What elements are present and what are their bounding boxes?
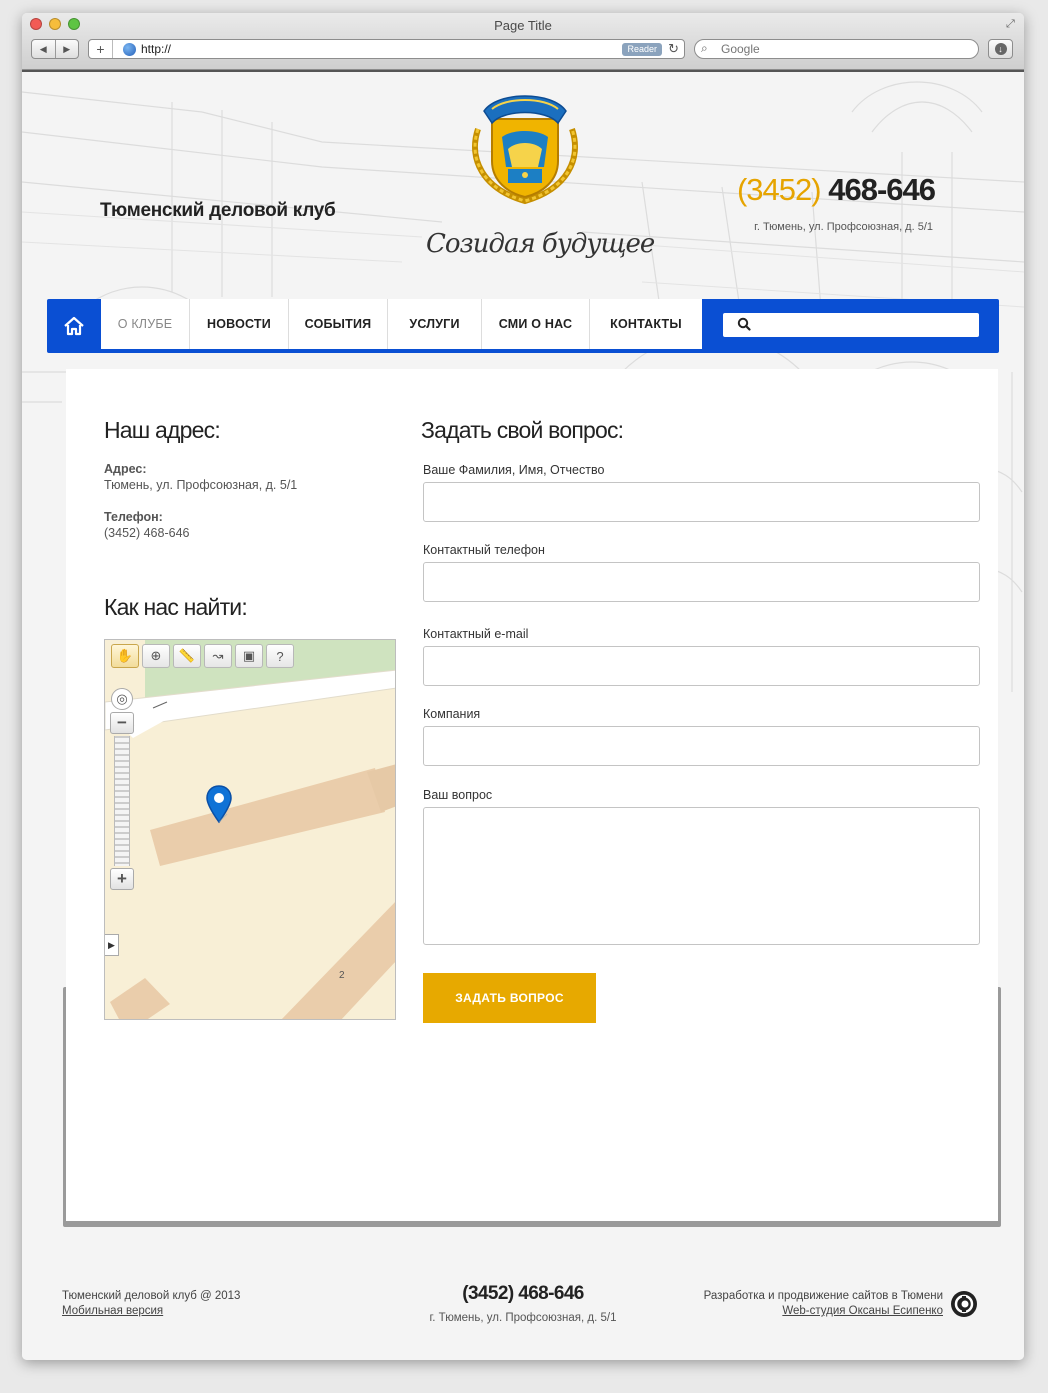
nav-item-about[interactable]: О КЛУБЕ: [101, 299, 190, 349]
location-pin-icon[interactable]: [205, 784, 235, 826]
club-emblem-logo[interactable]: [458, 89, 592, 209]
phone-field[interactable]: [423, 562, 980, 602]
browser-window: Page Title ⤢ ◀ ▶ + http:// Reader ↻ ⌕ ↓: [22, 13, 1024, 1360]
nav-item-events[interactable]: СОБЫТИЯ: [289, 299, 388, 349]
phone-field-label: Контактный телефон: [423, 543, 545, 557]
map-house-number: 2: [339, 970, 345, 981]
map-panel-toggle[interactable]: ▶: [105, 934, 119, 956]
address-bar[interactable]: + http:// Reader ↻: [88, 39, 685, 59]
browser-toolbar: Page Title ⤢ ◀ ▶ + http:// Reader ↻ ⌕ ↓: [22, 13, 1024, 70]
add-bookmark-button[interactable]: +: [89, 40, 113, 58]
header-phone-number: 468-646: [828, 172, 936, 207]
nav-item-contacts[interactable]: КОНТАКТЫ: [590, 299, 702, 349]
zoom-in-button[interactable]: +: [110, 868, 134, 890]
brand-name: Тюменский деловой клуб: [100, 200, 336, 221]
search-icon: [737, 317, 751, 331]
header-phone-code: (3452): [736, 172, 822, 207]
motto-signature: Созидая будущее: [426, 229, 655, 259]
submit-question-button[interactable]: ЗАДАТЬ ВОПРОС: [423, 973, 596, 1023]
help-cursor-icon[interactable]: ?: [266, 644, 294, 668]
question-label: Ваш вопрос: [423, 788, 493, 802]
address-heading: Наш адрес:: [104, 417, 221, 443]
company-field[interactable]: [423, 726, 980, 766]
url-text[interactable]: http://: [141, 42, 171, 56]
download-icon: ↓: [994, 43, 1007, 55]
browser-search-input[interactable]: [721, 41, 961, 57]
ruler-icon[interactable]: 📏: [173, 644, 201, 668]
address-label: Адрес:: [104, 462, 147, 476]
company-label: Компания: [423, 707, 481, 721]
fullscreen-icon[interactable]: ⤢: [1006, 18, 1018, 30]
phone-label: Телефон:: [104, 510, 163, 524]
map-layers-icon[interactable]: ▣: [235, 644, 263, 668]
header-phone: (3452) 468-646: [736, 172, 936, 208]
forward-button[interactable]: ▶: [56, 40, 79, 58]
map-canvas[interactable]: [105, 640, 396, 1020]
zoom-slider[interactable]: [114, 736, 130, 866]
browser-search-box[interactable]: ⌕: [694, 39, 979, 59]
email-label: Контактный e-mail: [423, 627, 529, 641]
history-buttons: ◀ ▶: [31, 39, 79, 59]
nav-item-media[interactable]: СМИ О НАС: [482, 299, 590, 349]
question-field[interactable]: [423, 807, 980, 945]
nav-item-news[interactable]: НОВОСТИ: [190, 299, 289, 349]
header-address: г. Тюмень, ул. Профсоюзная, д. 5/1: [754, 221, 933, 233]
content-card: Наш адрес: Адрес: Тюмень, ул. Профсоюзна…: [66, 369, 998, 1221]
phone-value: (3452) 468-646: [104, 526, 190, 540]
email-field[interactable]: [423, 646, 980, 686]
developer-link[interactable]: Web-студия Оксаны Есипенко: [782, 1305, 943, 1317]
site-search-input[interactable]: [757, 316, 967, 334]
window-title: Page Title: [494, 18, 552, 33]
back-button[interactable]: ◀: [32, 40, 56, 58]
map-heading: Как нас найти:: [104, 594, 248, 620]
developer-text: Разработка и продвижение сайтов в Тюмени: [703, 1290, 943, 1302]
search-icon: ⌕: [701, 41, 708, 55]
address-value: Тюмень, ул. Профсоюзная, д. 5/1: [104, 478, 298, 492]
site-search-box[interactable]: [723, 313, 979, 337]
main-navigation: О КЛУБЕ НОВОСТИ СОБЫТИЯ УСЛУГИ СМИ О НАС…: [47, 299, 999, 353]
locate-me-icon[interactable]: ◎: [111, 688, 133, 710]
location-map[interactable]: ✋ ⊕ 📏 ↝ ▣ ? ◎ − + ▶ 2: [104, 639, 396, 1020]
studio-logo-icon[interactable]: [950, 1290, 978, 1318]
map-toolbar: ✋ ⊕ 📏 ↝ ▣ ?: [111, 644, 294, 668]
reload-icon[interactable]: ↻: [668, 41, 679, 57]
globe-icon: [123, 43, 136, 56]
downloads-button[interactable]: ↓: [988, 39, 1013, 59]
zoom-area-icon[interactable]: ⊕: [142, 644, 170, 668]
name-label: Ваше Фамилия, Имя, Отчество: [423, 463, 605, 477]
reader-button[interactable]: Reader: [622, 43, 662, 56]
nav-menu: О КЛУБЕ НОВОСТИ СОБЫТИЯ УСЛУГИ СМИ О НАС…: [101, 299, 702, 349]
home-button[interactable]: [47, 299, 101, 353]
nav-item-services[interactable]: УСЛУГИ: [388, 299, 482, 349]
web-page: Тюменский деловой клуб Созидая будущее (…: [22, 72, 1024, 1360]
form-heading: Задать свой вопрос:: [421, 417, 624, 443]
pan-hand-icon[interactable]: ✋: [111, 644, 139, 668]
name-field[interactable]: [423, 482, 980, 522]
route-icon[interactable]: ↝: [204, 644, 232, 668]
home-icon: [64, 316, 84, 336]
zoom-out-button[interactable]: −: [110, 712, 134, 734]
